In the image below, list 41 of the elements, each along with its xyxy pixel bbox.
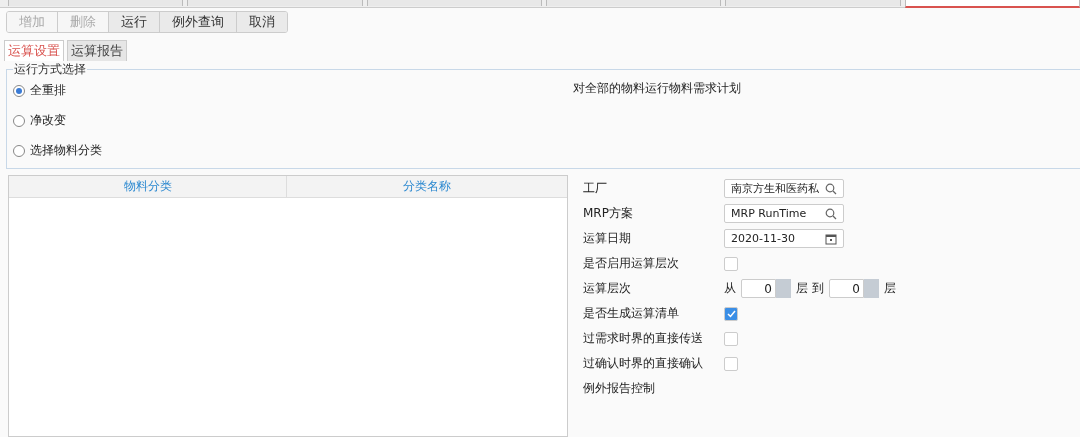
column-header[interactable]: 物料分类 xyxy=(9,176,287,197)
number-field[interactable]: 0 xyxy=(828,279,864,298)
checkbox[interactable] xyxy=(724,331,738,346)
field-label: 例外报告控制 xyxy=(583,380,656,397)
search-icon[interactable] xyxy=(825,182,837,195)
search-icon[interactable] xyxy=(825,207,837,220)
tab[interactable]: 运算设置 xyxy=(4,40,64,61)
from-label: 从 xyxy=(724,280,736,297)
toolbar-button[interactable]: 例外查询 xyxy=(160,12,237,32)
unit-label: 层 xyxy=(883,280,896,297)
radio-label[interactable]: 选择物料分类 xyxy=(30,142,102,159)
radio-button[interactable] xyxy=(13,144,25,157)
checkbox[interactable] xyxy=(724,256,738,271)
field-label: 过需求时界的直接传送 xyxy=(583,330,704,347)
radio-label[interactable]: 净改变 xyxy=(30,112,66,129)
field-label: 运算层次 xyxy=(583,280,632,297)
date-field[interactable]: 2020-11-30 xyxy=(724,229,844,248)
checkbox[interactable] xyxy=(724,306,738,321)
field-label: 工厂 xyxy=(583,180,608,197)
radio-button[interactable] xyxy=(13,114,25,127)
calendar-icon[interactable] xyxy=(825,232,837,245)
field-label: MRP方案 xyxy=(583,205,634,222)
number-field[interactable]: 0 xyxy=(741,279,776,298)
field-label: 过确认时界的直接确认 xyxy=(583,355,704,372)
field-label: 运算日期 xyxy=(583,230,632,247)
lookup-field[interactable]: 南京方生和医药私 xyxy=(724,179,844,198)
tab[interactable]: 运算报告 xyxy=(67,40,127,61)
field-label: 是否生成运算清单 xyxy=(583,305,680,322)
toolbar-button[interactable]: 取消 xyxy=(237,12,287,32)
group-title: 运行方式选择 xyxy=(13,61,87,78)
field-label: 是否启用运算层次 xyxy=(583,255,680,272)
checkbox[interactable] xyxy=(724,356,738,371)
description-text: 对全部的物料运行物料需求计划 xyxy=(573,80,741,97)
module-tab[interactable] xyxy=(904,0,1080,8)
spinner-button[interactable] xyxy=(776,279,791,298)
column-header[interactable]: 分类名称 xyxy=(287,176,567,197)
radio-button[interactable] xyxy=(13,84,25,97)
radio-label[interactable]: 全重排 xyxy=(30,82,66,99)
to-label: 层 到 xyxy=(796,280,824,297)
lookup-field[interactable]: MRP RunTime xyxy=(724,204,844,223)
toolbar-button[interactable]: 运行 xyxy=(109,12,160,32)
